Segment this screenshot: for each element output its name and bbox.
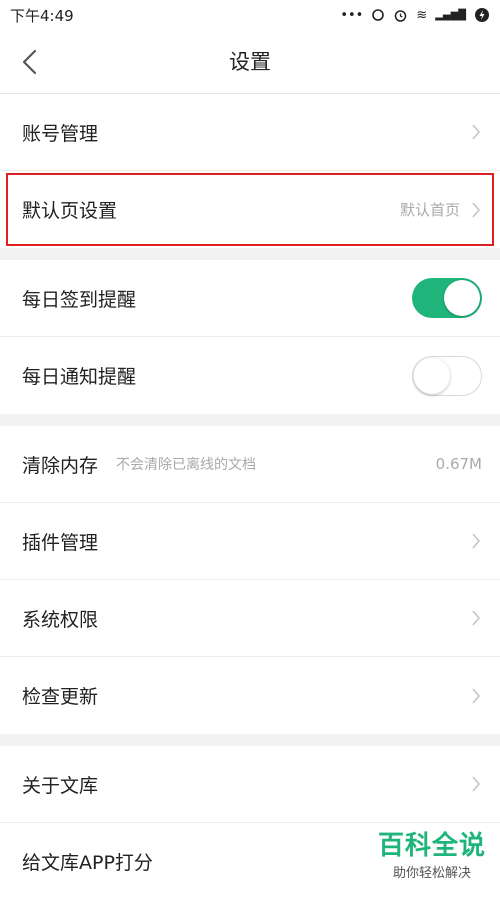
row-default-page-settings[interactable]: 默认页设置 默认首页 xyxy=(0,171,500,248)
row-label: 默认页设置 xyxy=(22,200,118,222)
checkin-reminder-toggle[interactable] xyxy=(412,278,482,318)
signal-icon: ▂▄▆█ xyxy=(435,9,466,21)
row-check-update[interactable]: 检查更新 xyxy=(0,657,500,734)
row-label: 检查更新 xyxy=(22,686,99,708)
section-gap xyxy=(0,248,500,260)
chevron-right-icon xyxy=(472,776,481,792)
watermark-title: 百科全说 xyxy=(377,831,486,861)
chevron-right-icon xyxy=(472,533,481,549)
chevron-right-icon xyxy=(472,124,481,140)
title-bar: 设置 xyxy=(0,30,500,94)
chevron-right-icon xyxy=(472,610,481,626)
chevron-right-icon xyxy=(472,687,481,704)
notification-reminder-toggle[interactable] xyxy=(412,355,482,396)
settings-section-reminders: 每日签到提醒 每日通知提醒 xyxy=(0,260,500,414)
row-clear-cache[interactable]: 清除内存 不会清除已离线的文档 0.67M xyxy=(0,426,500,503)
toggle-knob xyxy=(444,280,480,316)
section-gap xyxy=(0,734,500,746)
row-value: 默认首页 xyxy=(399,201,460,219)
cache-size-value: 0.67M xyxy=(435,455,482,473)
row-label: 账号管理 xyxy=(22,122,99,145)
row-label: 插件管理 xyxy=(22,531,99,554)
section-gap xyxy=(0,414,500,426)
chevron-right-icon xyxy=(472,201,481,218)
more-dots-icon: ••• xyxy=(340,7,364,23)
status-time: 下午4:49 xyxy=(10,6,74,25)
row-label: 每日通知提醒 xyxy=(22,366,137,388)
status-icons: ••• ≋ ▂▄▆█ xyxy=(340,7,490,23)
row-description: 不会清除已离线的文档 xyxy=(116,457,257,473)
settings-section-system: 清除内存 不会清除已离线的文档 0.67M 插件管理 系统权限 检查更新 xyxy=(0,426,500,734)
row-account-management[interactable]: 账号管理 xyxy=(0,94,500,171)
sync-icon xyxy=(372,9,385,21)
row-label: 给文库APP打分 xyxy=(22,852,153,874)
row-about-library[interactable]: 关于文库 xyxy=(0,746,500,823)
settings-section-account: 账号管理 默认页设置 默认首页 xyxy=(0,94,500,248)
wifi-icon: ≋ xyxy=(416,7,428,23)
row-label: 关于文库 xyxy=(22,774,99,797)
watermark-subtitle: 助你轻松解决 xyxy=(392,866,471,881)
watermark-logo: 百科全说 助你轻松解决 xyxy=(378,825,486,881)
page-title: 设置 xyxy=(229,50,271,74)
status-bar: 下午4:49 ••• ≋ ▂▄▆█ xyxy=(0,0,500,30)
toggle-knob xyxy=(414,357,450,394)
row-system-permissions[interactable]: 系统权限 xyxy=(0,580,500,657)
row-daily-notification-reminder: 每日通知提醒 xyxy=(0,337,500,414)
alarm-icon xyxy=(395,9,407,22)
row-label: 系统权限 xyxy=(22,608,99,631)
row-daily-checkin-reminder: 每日签到提醒 xyxy=(0,260,500,337)
row-label: 每日签到提醒 xyxy=(22,288,137,311)
row-label: 清除内存 xyxy=(22,454,99,477)
battery-icon xyxy=(475,8,489,22)
row-plugin-management[interactable]: 插件管理 xyxy=(0,503,500,580)
